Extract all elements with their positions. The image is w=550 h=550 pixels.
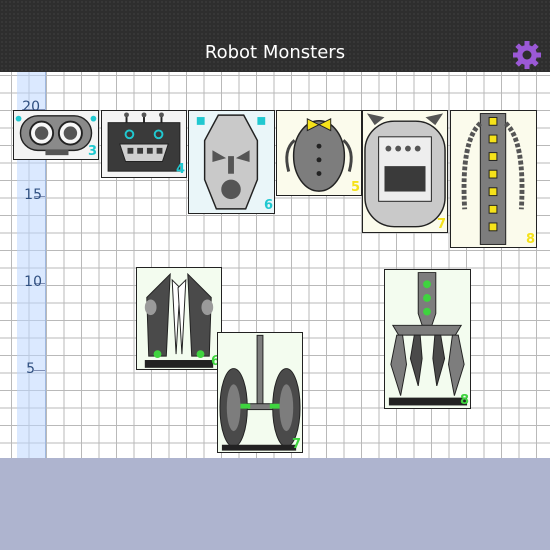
y-axis-tick <box>34 370 45 371</box>
angled-legs-icon <box>144 272 214 368</box>
tall-body-icon <box>461 113 525 245</box>
piece-number-badge: 7 <box>291 437 301 452</box>
piece-number-badge: 6 <box>263 198 273 213</box>
piece-number-badge: 7 <box>436 217 446 232</box>
wheels-legs-icon <box>219 334 301 451</box>
robot-body-oven-card[interactable]: 7 <box>362 110 448 233</box>
oven-body-icon <box>364 113 446 228</box>
robot-head-grille-card[interactable]: 4 <box>101 110 187 178</box>
piece-number-badge: 8 <box>459 393 469 408</box>
piece-number-badge: 4 <box>175 162 185 177</box>
piece-number-badge: 3 <box>87 144 97 159</box>
robot-legs-angled-card[interactable]: 6 <box>136 267 222 370</box>
piece-number-badge: 8 <box>525 232 535 247</box>
robot-legs-wheels-card[interactable]: 7 <box>217 332 303 453</box>
robot-body-tall-card[interactable]: 8 <box>450 110 537 248</box>
app-title: Robot Monsters <box>204 42 346 63</box>
gear-icon[interactable] <box>512 40 542 70</box>
robot-legs-claw-card[interactable]: 8 <box>384 269 471 409</box>
y-axis-label: 15 <box>24 187 42 203</box>
y-axis-label: 10 <box>24 274 42 290</box>
y-axis-label: 5 <box>26 361 35 377</box>
piece-number-badge: 5 <box>350 180 360 195</box>
claw-legs-icon <box>388 272 468 406</box>
title-bar: Robot Monsters <box>0 0 550 72</box>
grille-head-icon <box>107 112 181 172</box>
robot-body-bowtie-card[interactable]: 5 <box>276 110 362 196</box>
goggles-head-icon <box>15 115 97 156</box>
mask-head-icon <box>196 114 266 210</box>
robot-head-goggles-card[interactable]: 3 <box>13 110 99 160</box>
bowtie-body-icon <box>285 118 353 192</box>
robot-head-mask-card[interactable]: 6 <box>188 110 275 214</box>
bottom-panel <box>0 458 550 550</box>
